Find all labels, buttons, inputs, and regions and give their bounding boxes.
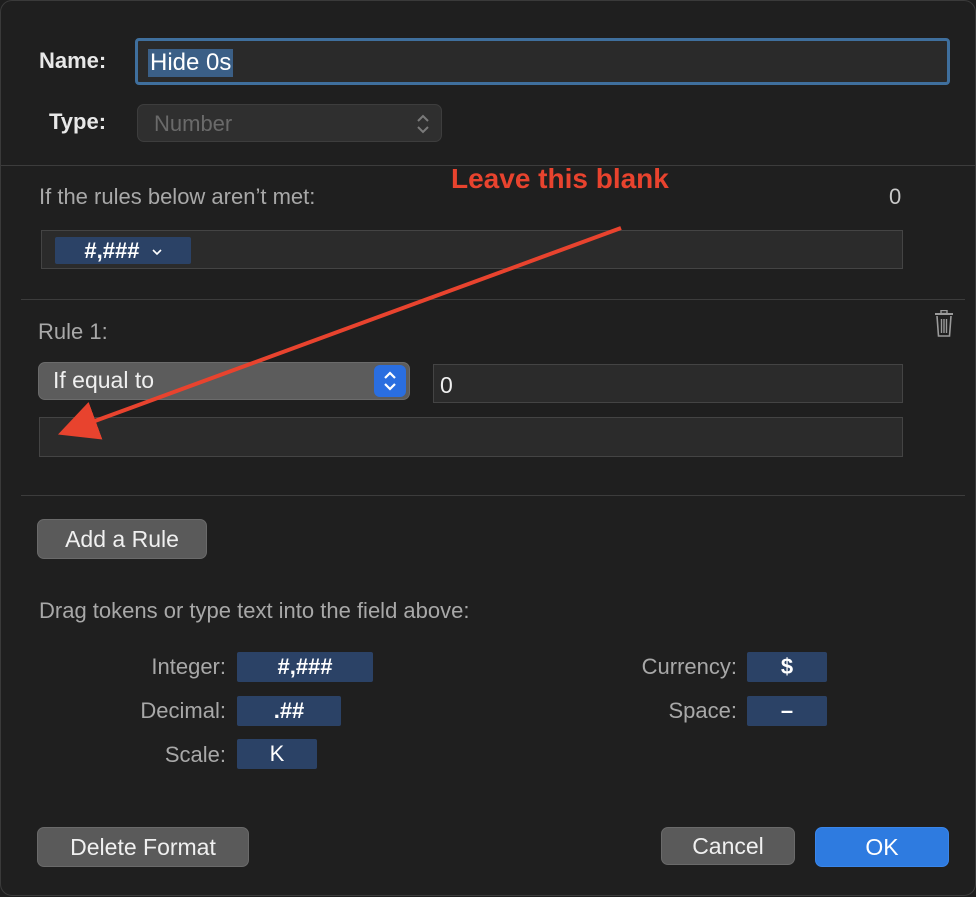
scale-label: Scale: bbox=[164, 742, 226, 767]
rule-condition-select[interactable]: If equal to bbox=[38, 362, 410, 400]
divider bbox=[21, 299, 965, 300]
rule-value-text: 0 bbox=[440, 372, 453, 398]
condition-stepper[interactable] bbox=[374, 365, 406, 397]
space-label: Space: bbox=[668, 698, 738, 723]
cancel-button[interactable]: Cancel bbox=[661, 827, 795, 865]
scale-token[interactable]: K bbox=[237, 739, 317, 769]
divider bbox=[21, 495, 965, 496]
trash-icon[interactable] bbox=[932, 310, 956, 338]
chevron-updown-icon bbox=[384, 371, 396, 391]
integer-token-chip-label: #,### bbox=[84, 238, 140, 263]
default-rule-preview: 0 bbox=[889, 184, 902, 209]
tokens-help-text: Drag tokens or type text into the field … bbox=[39, 598, 470, 623]
integer-token[interactable]: #,### bbox=[237, 652, 373, 682]
decimal-label: Decimal: bbox=[140, 698, 226, 723]
default-rule-label: If the rules below aren’t met: bbox=[39, 184, 316, 209]
type-label: Type: bbox=[49, 109, 107, 134]
annotation-text: Leave this blank bbox=[451, 163, 669, 194]
name-field[interactable]: Hide 0s bbox=[135, 38, 950, 85]
chevron-updown-icon bbox=[417, 114, 429, 134]
chevron-down-icon bbox=[152, 249, 162, 256]
currency-label: Currency: bbox=[641, 654, 737, 679]
integer-token-chip[interactable]: #,### bbox=[55, 237, 191, 264]
currency-token[interactable]: $ bbox=[747, 652, 827, 682]
type-select-value: Number bbox=[154, 111, 233, 136]
rule-value-field[interactable]: 0 bbox=[433, 364, 903, 403]
space-token[interactable]: – bbox=[747, 696, 827, 726]
rule-format-field[interactable] bbox=[39, 417, 903, 457]
add-rule-button[interactable]: Add a Rule bbox=[37, 519, 207, 559]
decimal-token[interactable]: .## bbox=[237, 696, 341, 726]
name-field-value: Hide 0s bbox=[148, 49, 234, 77]
delete-format-button[interactable]: Delete Format bbox=[37, 827, 249, 867]
integer-label: Integer: bbox=[151, 654, 226, 679]
custom-format-dialog: Name: Hide 0s Type: Number If the rules … bbox=[0, 0, 976, 896]
rule-condition-value: If equal to bbox=[53, 367, 155, 393]
rule-1-label: Rule 1: bbox=[38, 319, 108, 344]
type-select[interactable]: Number bbox=[137, 104, 442, 142]
default-format-field[interactable]: #,### bbox=[41, 230, 903, 269]
ok-button[interactable]: OK bbox=[815, 827, 949, 867]
name-label: Name: bbox=[39, 48, 107, 73]
